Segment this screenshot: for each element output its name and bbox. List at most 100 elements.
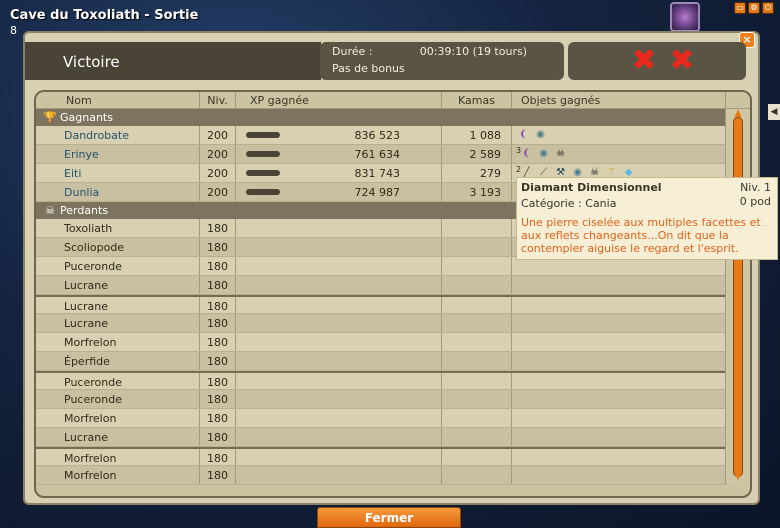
loser-row[interactable]: Lucrane 180 <box>36 428 726 447</box>
monster-name[interactable]: Puceronde <box>36 257 200 275</box>
kamas-cell <box>442 238 512 256</box>
objects-cell <box>512 352 726 370</box>
close-button[interactable]: Fermer <box>317 507 461 528</box>
tooltip-item-level: Niv. 1 <box>740 181 771 194</box>
player-level: 200 <box>200 164 236 182</box>
player-name[interactable]: Erinye <box>36 145 200 163</box>
table-header: Nom Niv. XP gagnée Kamas Objets gagnés <box>36 92 750 109</box>
player-level: 200 <box>200 183 236 201</box>
kamas-cell <box>442 314 512 332</box>
xp-bar <box>246 189 280 195</box>
monster-level: 180 <box>200 428 236 446</box>
tooltip-item-weight: 0 pod <box>739 195 771 208</box>
loser-row[interactable]: Lucrane 180 <box>36 295 726 314</box>
monster-name[interactable]: Éperfide <box>36 352 200 370</box>
monster-level: 180 <box>200 333 236 351</box>
monster-name[interactable]: Lucrane <box>36 428 200 446</box>
monster-name[interactable]: Morfrelon <box>36 449 200 465</box>
skull-icon[interactable]: ☠ <box>553 146 568 161</box>
orb-icon[interactable]: ◉ <box>533 127 548 142</box>
col-xp[interactable]: XP gagnée <box>236 92 442 108</box>
objects-cell <box>512 373 726 389</box>
loser-row[interactable]: Morfrelon 180 <box>36 409 726 428</box>
kamas-value: 2 589 <box>442 145 512 163</box>
result-header: Victoire Durée : 00:39:10 (19 tours) Pas… <box>25 42 758 80</box>
kamas-cell <box>442 390 512 408</box>
winners-section: 🏆 Gagnants <box>36 109 726 126</box>
kamas-cell <box>442 373 512 389</box>
monster-name[interactable]: Morfrelon <box>36 409 200 427</box>
monster-level: 180 <box>200 409 236 427</box>
monster-name[interactable]: Lucrane <box>36 314 200 332</box>
monster-level: 180 <box>200 219 236 237</box>
objects-cell: ❨ ◉ <box>512 126 726 144</box>
kamas-cell <box>442 219 512 237</box>
monster-level: 180 <box>200 373 236 389</box>
winner-row[interactable]: Dandrobate 200 836 523 1 088 ❨ ◉ <box>36 126 726 145</box>
scroll-thumb[interactable] <box>733 117 743 477</box>
xp-bar <box>246 132 280 138</box>
loser-row[interactable]: Morfrelon 180 <box>36 333 726 352</box>
col-level[interactable]: Niv. <box>200 92 236 108</box>
loser-row[interactable]: Lucrane 180 <box>36 314 726 333</box>
xp-cell <box>236 276 442 294</box>
orb-icon[interactable]: ◉ <box>536 146 551 161</box>
xp-bar <box>246 151 280 157</box>
loser-row[interactable]: Morfrelon 180 <box>36 447 726 466</box>
bonus-text: Pas de bonus <box>332 62 405 75</box>
challenge-panel: ✖ ✖ <box>568 42 746 80</box>
settings-icon[interactable]: ⚙ <box>748 2 760 14</box>
player-name[interactable]: Eiti <box>36 164 200 182</box>
tooltip-item-description: Une pierre ciselée aux multiples facette… <box>521 216 761 255</box>
scroll-down-icon[interactable]: ▼ <box>732 472 744 482</box>
objects-cell <box>512 314 726 332</box>
xp-cell <box>236 466 442 484</box>
monster-name[interactable]: Puceronde <box>36 373 200 389</box>
monster-level: 180 <box>200 297 236 313</box>
fight-result-window: × Victoire Durée : 00:39:10 (19 tours) P… <box>23 31 760 505</box>
player-name[interactable]: Dandrobate <box>36 126 200 144</box>
objects-cell <box>512 333 726 351</box>
character-portrait[interactable] <box>670 2 700 32</box>
kamas-cell <box>442 449 512 465</box>
minimize-icon[interactable]: ▭ <box>734 2 746 14</box>
monster-name[interactable]: Toxoliath <box>36 219 200 237</box>
xp-cell <box>236 333 442 351</box>
monster-name[interactable]: Scoliopode <box>36 238 200 256</box>
col-objects[interactable]: Objets gagnés <box>512 92 726 108</box>
objects-cell <box>512 409 726 427</box>
monster-level: 180 <box>200 238 236 256</box>
monster-name[interactable]: Puceronde <box>36 390 200 408</box>
monster-name[interactable]: Morfrelon <box>36 333 200 351</box>
monster-level: 180 <box>200 390 236 408</box>
loser-row[interactable]: Morfrelon 180 <box>36 466 726 485</box>
side-panel-toggle[interactable]: ◀ <box>768 104 780 120</box>
purple-horn-icon[interactable]: ❨ <box>516 127 531 142</box>
player-level: 200 <box>200 126 236 144</box>
col-name[interactable]: Nom <box>36 92 200 108</box>
objects-cell <box>512 428 726 446</box>
loser-row[interactable]: Puceronde 180 <box>36 390 726 409</box>
col-kamas[interactable]: Kamas <box>442 92 512 108</box>
table-scrollbar[interactable]: ▲ ▼ <box>725 109 749 482</box>
loser-row[interactable]: Éperfide 180 <box>36 352 726 371</box>
xp-cell <box>236 390 442 408</box>
monster-name[interactable]: Lucrane <box>36 297 200 313</box>
loser-row[interactable]: Puceronde 180 <box>36 371 726 390</box>
kamas-cell <box>442 257 512 275</box>
quit-icon[interactable]: ⏻ <box>762 2 774 14</box>
kamas-cell <box>442 428 512 446</box>
xp-cell <box>236 352 442 370</box>
player-name[interactable]: Dunlia <box>36 183 200 201</box>
failed-challenge-2-icon[interactable]: ✖ <box>668 46 696 76</box>
kamas-cell <box>442 409 512 427</box>
purple-horn-icon[interactable]: ❨ <box>519 146 534 161</box>
kamas-cell <box>442 297 512 313</box>
monster-name[interactable]: Lucrane <box>36 276 200 294</box>
loser-row[interactable]: Lucrane 180 <box>36 276 726 295</box>
failed-challenge-icon[interactable]: ✖ <box>630 46 658 76</box>
col-spacer <box>726 92 750 108</box>
xp-cell <box>236 314 442 332</box>
winner-row[interactable]: Erinye 200 761 634 2 589 3 ❨ ◉ ☠ <box>36 145 726 164</box>
monster-name[interactable]: Morfrelon <box>36 466 200 484</box>
